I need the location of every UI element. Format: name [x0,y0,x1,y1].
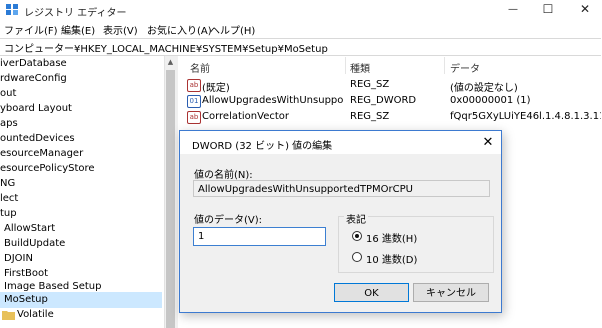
ok-button[interactable]: OK [334,283,409,302]
value-data-input[interactable]: 1 [193,227,326,246]
value-name-label: 値の名前(N): [194,170,253,181]
base-group-label: 表記 [344,211,368,226]
radio-decimal-label[interactable]: 10 進数(D) [366,251,417,266]
minimize-icon: — [508,3,518,15]
tree-item-volatile[interactable]: Volatile [17,307,54,323]
tree-item[interactable]: tup [0,206,17,222]
window-title: レジストリ エディター [24,8,127,19]
tree-item[interactable]: NG [0,176,15,192]
tree-item[interactable]: aps [0,116,18,132]
column-divider[interactable] [444,57,445,74]
radio-decimal[interactable] [352,252,362,262]
menu-file[interactable]: ファイル(F) [4,22,58,37]
menu-help[interactable]: ヘルプ(H) [210,22,255,37]
value-data-label: 値のデータ(V): [194,215,263,226]
maximize-icon: ☐ [542,2,554,16]
tree-scrollbar-thumb[interactable] [166,70,175,328]
string-value-icon: ab [187,79,201,92]
tree-item[interactable]: rdwareConfig [0,71,67,87]
value-name[interactable]: (既定) [202,79,342,94]
tree-item[interactable]: esourceManager [0,146,83,162]
close-icon: ✕ [482,135,494,150]
radio-hexadecimal[interactable] [352,231,362,241]
tree-item[interactable]: out [0,86,16,102]
radio-selected-dot [355,234,359,238]
tree-item[interactable]: iverDatabase [0,56,67,72]
value-name[interactable]: CorrelationVector [202,111,342,122]
menu-edit[interactable]: 編集(E) [61,22,95,37]
dialog-close-button[interactable]: ✕ [478,134,498,152]
dialog-title: DWORD (32 ビット) 値の編集 [192,141,333,152]
close-button[interactable]: ✕ [570,0,600,18]
minimize-button[interactable]: — [498,0,528,18]
tree-item[interactable]: ountedDevices [0,131,75,147]
binary-value-icon: 01 [187,95,201,108]
maximize-button[interactable]: ☐ [533,0,563,18]
string-value-icon: ab [187,111,201,124]
tree-item-buildupdate[interactable]: BuildUpdate [4,236,65,252]
menu-view[interactable]: 表示(V) [103,22,138,37]
value-name-field: AllowUpgradesWithUnsupportedTPMOrCPU [193,180,490,197]
tree-item[interactable]: lect [0,191,18,207]
value-data: fQqr5GXyLUiYE46l.1.4.8.1.3.117.23 [450,111,601,122]
tree-item[interactable]: esourcePolicyStore [0,161,95,177]
address-path[interactable]: コンピューター¥HKEY_LOCAL_MACHINE¥SYSTEM¥Setup¥… [4,40,328,55]
value-type: REG_SZ [350,79,390,90]
column-divider[interactable] [345,57,346,74]
value-data: (値の設定なし) [450,83,518,94]
column-header-type[interactable]: 種類 [350,60,370,75]
tree-item-allowstart[interactable]: AllowStart [4,221,55,237]
scroll-up-arrow-icon[interactable]: ▲ [164,56,177,68]
column-header-data[interactable]: データ [450,60,480,75]
tree-item-mosetup[interactable]: MoSetup [4,292,48,308]
cancel-button[interactable]: キャンセル [413,283,489,302]
value-name[interactable]: AllowUpgradesWithUnsupport... [202,95,344,106]
value-type: REG_DWORD [350,95,417,106]
tree-item[interactable]: yboard Layout [0,101,72,117]
value-data: 0x00000001 (1) [450,95,531,106]
registry-editor-app-icon [6,4,19,16]
folder-icon [2,310,15,320]
column-header-name[interactable]: 名前 [190,60,210,75]
tree-item-djoin[interactable]: DJOIN [4,251,33,267]
value-type: REG_SZ [350,111,390,122]
menu-favorites[interactable]: お気に入り(A) [147,22,212,37]
radio-hexadecimal-label[interactable]: 16 進数(H) [366,230,417,245]
close-icon: ✕ [579,2,591,16]
